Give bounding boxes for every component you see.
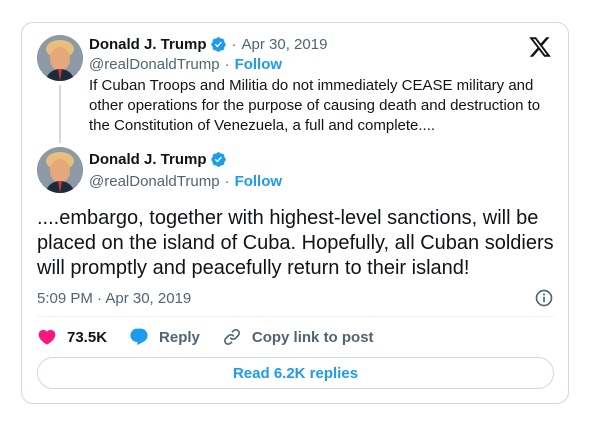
reply-bubble-icon (129, 327, 149, 347)
post-timestamp[interactable]: 5:09 PM · Apr 30, 2019 (37, 290, 534, 307)
copy-link-button[interactable]: Copy link to post (222, 327, 374, 347)
reply-button[interactable]: Reply (129, 327, 200, 347)
divider (37, 316, 554, 317)
heart-icon (37, 327, 57, 347)
separator-dot: · (231, 36, 237, 53)
embedded-post-card: Donald J. Trump · Apr 30, 2019 @realDona… (21, 22, 569, 404)
avatar[interactable] (37, 35, 83, 81)
main-author-row: Donald J. Trump (89, 151, 227, 168)
main-handle-row: @realDonaldTrump · Follow (89, 173, 282, 190)
follow-link[interactable]: Follow (235, 56, 283, 73)
author-handle[interactable]: @realDonaldTrump (89, 173, 220, 190)
like-button[interactable]: 73.5K (37, 327, 107, 347)
verified-badge-icon (210, 36, 227, 53)
post-meta-row: 5:09 PM · Apr 30, 2019 (37, 288, 554, 308)
post-date[interactable]: Apr 30, 2019 (242, 36, 328, 53)
separator-dot: · (224, 173, 230, 190)
quoted-post-text: If Cuban Troops and Militia do not immed… (89, 77, 541, 134)
author-name[interactable]: Donald J. Trump (89, 36, 207, 53)
reply-label: Reply (159, 328, 200, 346)
copy-link-label: Copy link to post (251, 328, 374, 346)
x-logo-icon[interactable] (528, 35, 552, 59)
post-text: ....embargo, together with highest-level… (37, 207, 554, 279)
avatar[interactable] (37, 147, 83, 193)
thread-connector-line (59, 85, 61, 143)
action-bar: 73.5K Reply Copy link to post (37, 327, 396, 347)
author-name[interactable]: Donald J. Trump (89, 151, 207, 168)
read-replies-button[interactable]: Read 6.2K replies (37, 357, 554, 389)
quoted-author-row: Donald J. Trump · Apr 30, 2019 (89, 36, 327, 53)
author-handle[interactable]: @realDonaldTrump (89, 56, 220, 73)
link-icon (222, 327, 242, 347)
like-count: 73.5K (67, 328, 108, 346)
info-icon[interactable] (534, 288, 554, 308)
verified-badge-icon (210, 151, 227, 168)
follow-link[interactable]: Follow (235, 173, 283, 190)
quoted-handle-row: @realDonaldTrump · Follow (89, 56, 282, 73)
separator-dot: · (224, 56, 230, 73)
